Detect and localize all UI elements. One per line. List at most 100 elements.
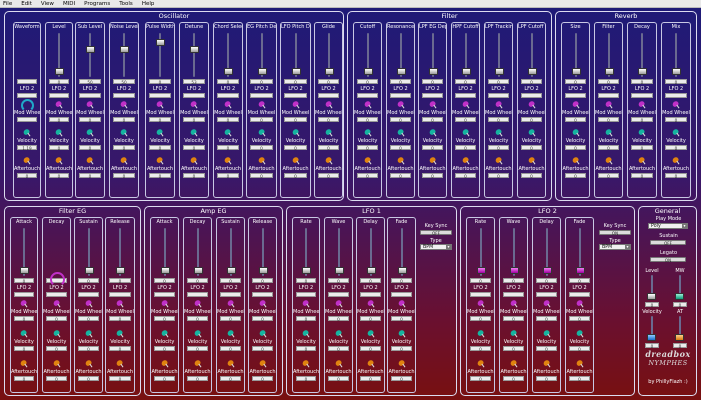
menu-file[interactable]: File bbox=[3, 0, 12, 8]
velocity-knob-icon[interactable] bbox=[257, 128, 267, 138]
mod-wheel-knob-icon[interactable] bbox=[291, 100, 301, 110]
velocity-slider-handle[interactable] bbox=[647, 334, 656, 341]
mod-wheel-knob-icon[interactable] bbox=[226, 299, 236, 309]
aftertouch-knob-icon[interactable] bbox=[334, 359, 344, 369]
mod-wheel-knob-icon[interactable] bbox=[193, 299, 203, 309]
velocity-knob-icon[interactable] bbox=[671, 128, 682, 138]
main-slider-handle[interactable] bbox=[20, 267, 29, 275]
aftertouch-knob-icon[interactable] bbox=[52, 359, 62, 369]
main-slider-handle[interactable] bbox=[302, 267, 311, 275]
main-slider-handle[interactable] bbox=[226, 267, 236, 275]
velocity-knob-icon[interactable] bbox=[54, 128, 65, 138]
velocity-knob-icon[interactable] bbox=[189, 128, 200, 138]
mod-wheel-knob-icon[interactable] bbox=[671, 100, 682, 110]
velocity-knob-icon[interactable] bbox=[509, 329, 519, 339]
mw-slider-handle[interactable] bbox=[675, 293, 684, 300]
menu-tools[interactable]: Tools bbox=[119, 0, 133, 8]
main-slider-track[interactable] bbox=[193, 33, 195, 77]
main-slider-handle[interactable] bbox=[494, 68, 504, 76]
main-slider-handle[interactable] bbox=[156, 38, 165, 46]
main-slider-handle[interactable] bbox=[190, 46, 199, 54]
level-slider-handle[interactable] bbox=[647, 293, 656, 300]
mod-wheel-knob-icon[interactable] bbox=[461, 100, 471, 110]
aftertouch-knob-icon[interactable] bbox=[494, 156, 504, 166]
velocity-knob-icon[interactable] bbox=[324, 128, 334, 138]
mod-wheel-knob-icon[interactable] bbox=[575, 299, 585, 309]
menu-midi[interactable]: MIDI bbox=[63, 0, 75, 8]
main-slider-handle[interactable] bbox=[193, 267, 203, 275]
velocity-knob-icon[interactable] bbox=[542, 329, 552, 339]
aftertouch-knob-icon[interactable] bbox=[461, 156, 471, 166]
aftertouch-knob-icon[interactable] bbox=[257, 156, 267, 166]
mod-wheel-knob-icon[interactable] bbox=[19, 299, 30, 309]
main-slider-handle[interactable] bbox=[334, 267, 344, 275]
mod-wheel-knob-icon[interactable] bbox=[527, 100, 537, 110]
type-select[interactable]: BPM ▾ bbox=[420, 244, 452, 250]
aftertouch-knob-icon[interactable] bbox=[155, 156, 166, 166]
aftertouch-knob-icon[interactable] bbox=[54, 156, 65, 166]
aftertouch-knob-icon[interactable] bbox=[22, 156, 33, 166]
main-slider-handle[interactable] bbox=[397, 267, 407, 275]
velocity-knob-icon[interactable] bbox=[85, 128, 96, 138]
velocity-knob-icon[interactable] bbox=[193, 329, 203, 339]
aftertouch-knob-icon[interactable] bbox=[671, 156, 682, 166]
aftertouch-knob-icon[interactable] bbox=[226, 359, 236, 369]
aftertouch-knob-icon[interactable] bbox=[571, 156, 581, 166]
aftertouch-knob-icon[interactable] bbox=[575, 359, 585, 369]
mod-wheel-knob-icon[interactable] bbox=[396, 100, 406, 110]
at-slider-handle[interactable] bbox=[675, 334, 684, 341]
velocity-knob-icon[interactable] bbox=[575, 329, 585, 339]
mod-wheel-knob-icon[interactable] bbox=[366, 299, 376, 309]
velocity-knob-icon[interactable] bbox=[397, 329, 407, 339]
main-slider-track[interactable] bbox=[123, 33, 125, 77]
aftertouch-knob-icon[interactable] bbox=[366, 359, 376, 369]
menu-edit[interactable]: Edit bbox=[21, 0, 32, 8]
aftertouch-knob-icon[interactable] bbox=[189, 156, 200, 166]
aftertouch-knob-icon[interactable] bbox=[428, 156, 438, 166]
main-slider-handle[interactable] bbox=[542, 267, 552, 275]
main-slider-handle[interactable] bbox=[509, 267, 519, 275]
main-slider-handle[interactable] bbox=[55, 68, 64, 76]
mod-wheel-knob-icon[interactable] bbox=[334, 299, 344, 309]
main-slider-handle[interactable] bbox=[428, 68, 438, 76]
aftertouch-knob-icon[interactable] bbox=[476, 359, 486, 369]
main-slider-handle[interactable] bbox=[120, 46, 129, 54]
mod-wheel-knob-icon[interactable] bbox=[189, 100, 200, 110]
velocity-knob-icon[interactable] bbox=[363, 128, 373, 138]
main-slider-handle[interactable] bbox=[396, 68, 406, 76]
velocity-knob-icon[interactable] bbox=[119, 128, 130, 138]
aftertouch-knob-icon[interactable] bbox=[637, 156, 648, 166]
main-slider-handle[interactable] bbox=[461, 68, 471, 76]
mod-wheel-knob-icon[interactable] bbox=[223, 100, 234, 110]
key-sync-toggle[interactable]: OFF bbox=[420, 230, 452, 236]
mod-wheel-knob-icon[interactable] bbox=[571, 100, 581, 110]
aftertouch-knob-icon[interactable] bbox=[291, 156, 301, 166]
velocity-knob-icon[interactable] bbox=[461, 128, 471, 138]
aftertouch-knob-icon[interactable] bbox=[19, 359, 30, 369]
main-slider-handle[interactable] bbox=[84, 267, 94, 275]
aftertouch-knob-icon[interactable] bbox=[301, 359, 312, 369]
mod-wheel-knob-icon[interactable] bbox=[324, 100, 334, 110]
velocity-knob-icon[interactable] bbox=[258, 329, 268, 339]
aftertouch-knob-icon[interactable] bbox=[84, 359, 94, 369]
aftertouch-knob-icon[interactable] bbox=[115, 359, 126, 369]
mod-wheel-knob-icon[interactable] bbox=[301, 299, 312, 309]
velocity-knob-icon[interactable] bbox=[52, 329, 62, 339]
velocity-knob-icon[interactable] bbox=[226, 329, 236, 339]
velocity-knob-icon[interactable] bbox=[571, 128, 581, 138]
menu-view[interactable]: View bbox=[41, 0, 54, 8]
mod-wheel-knob-icon[interactable] bbox=[52, 299, 62, 309]
aftertouch-knob-icon[interactable] bbox=[363, 156, 373, 166]
main-slider-handle[interactable] bbox=[224, 68, 233, 76]
main-slider-track[interactable] bbox=[89, 33, 91, 77]
mod-wheel-knob-icon[interactable] bbox=[397, 299, 407, 309]
mod-wheel-knob-icon[interactable] bbox=[115, 299, 126, 309]
aftertouch-knob-icon[interactable] bbox=[396, 156, 406, 166]
menu-programs[interactable]: Programs bbox=[84, 0, 110, 8]
aftertouch-knob-icon[interactable] bbox=[119, 156, 130, 166]
aftertouch-knob-icon[interactable] bbox=[85, 156, 96, 166]
main-slider-handle[interactable] bbox=[476, 267, 486, 275]
main-slider-handle[interactable] bbox=[86, 46, 95, 54]
main-slider-handle[interactable] bbox=[672, 68, 681, 76]
aftertouch-knob-icon[interactable] bbox=[324, 156, 334, 166]
